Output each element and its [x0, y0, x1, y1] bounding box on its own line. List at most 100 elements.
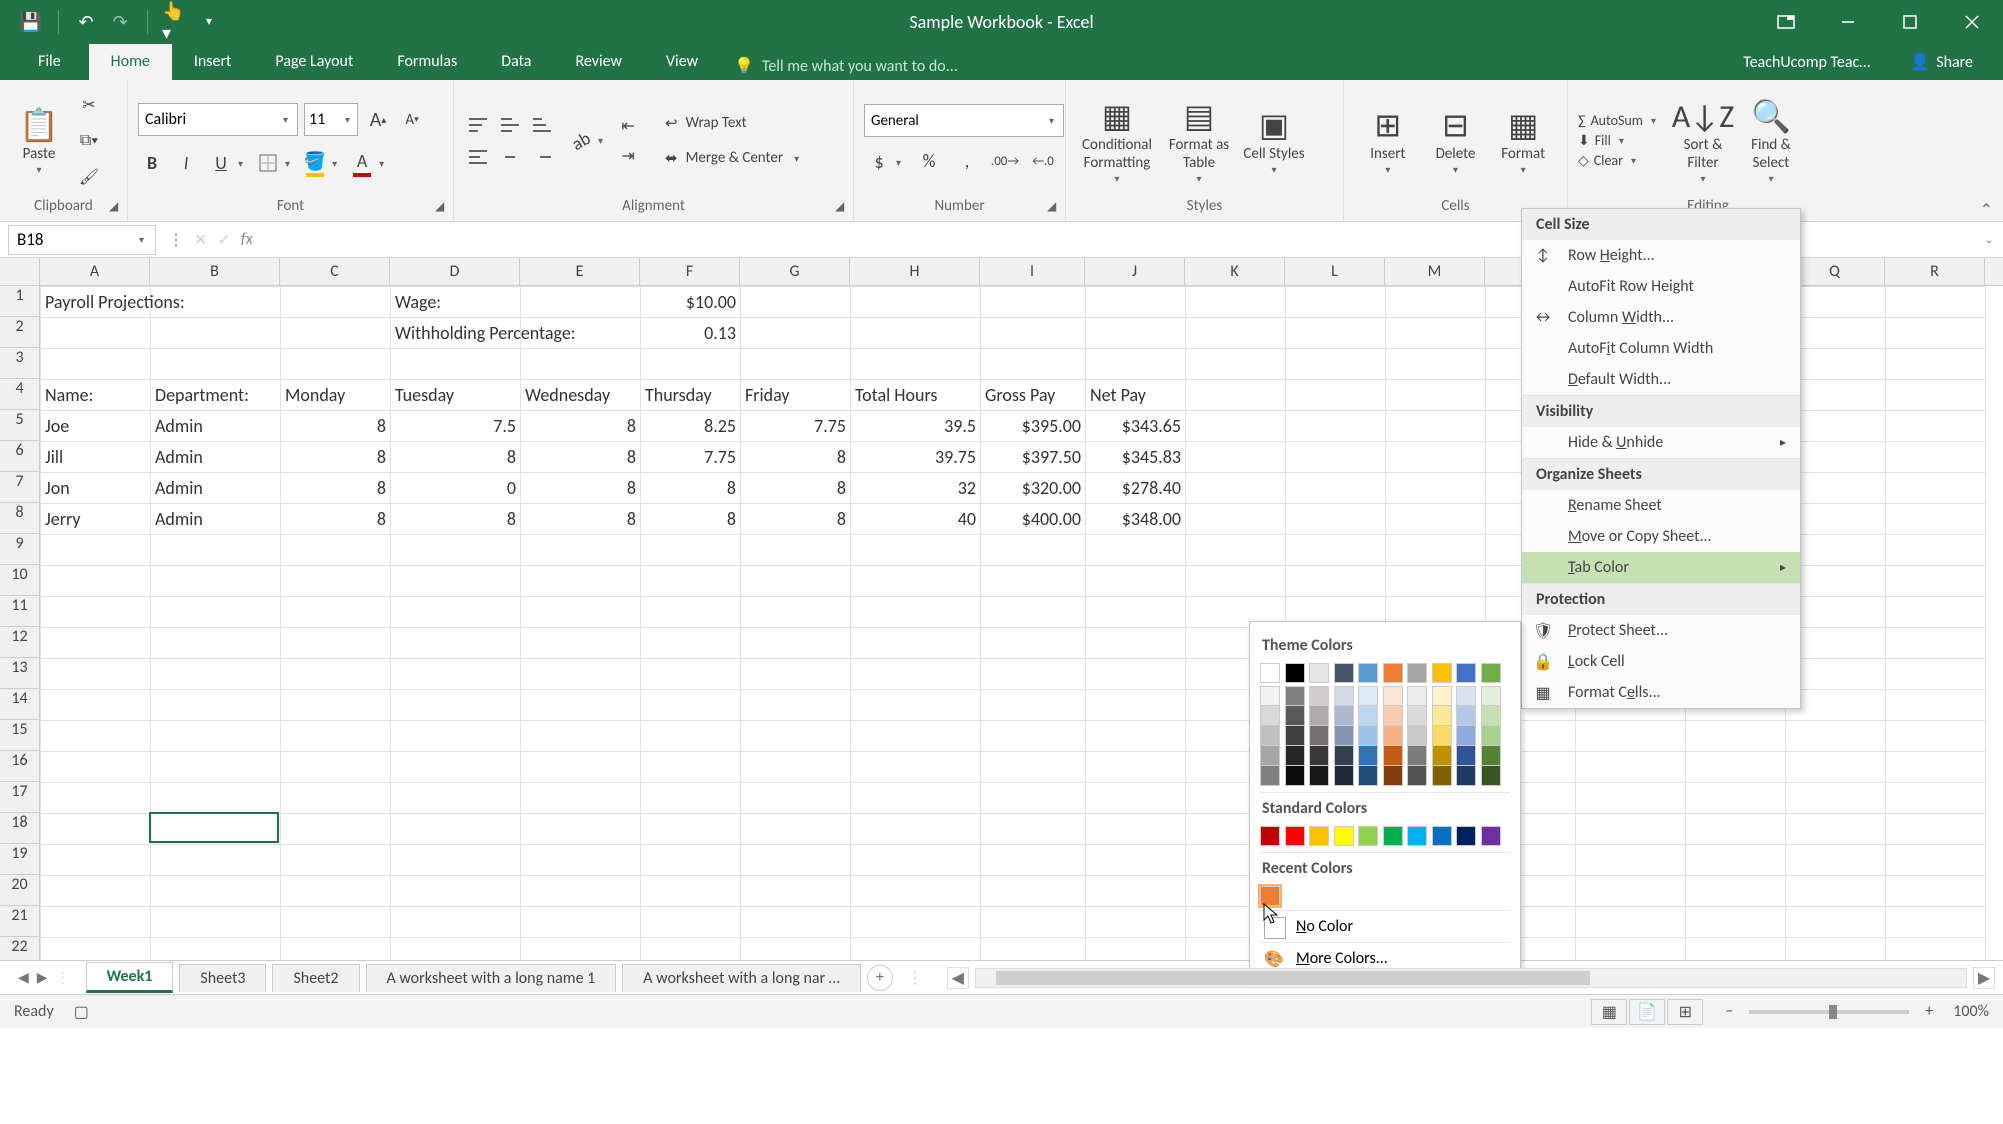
sheet-nav-next-icon[interactable]: ▶: [37, 969, 48, 986]
cell-B4[interactable]: Department:: [151, 380, 281, 411]
increase-indent-icon[interactable]: ⇥: [615, 143, 641, 169]
menu-row-height[interactable]: ↕Row Height...: [1522, 240, 1800, 271]
cell-B14[interactable]: [151, 690, 281, 721]
copy-icon[interactable]: ⧉▾: [76, 128, 102, 154]
cell-H11[interactable]: [851, 597, 981, 628]
cell-K7[interactable]: [1186, 473, 1286, 504]
color-swatch[interactable]: [1260, 726, 1280, 746]
cell-C15[interactable]: [281, 721, 391, 752]
sheet-tab-sheet2[interactable]: Sheet2: [272, 964, 359, 992]
color-swatch[interactable]: [1456, 726, 1476, 746]
align-middle-icon[interactable]: [496, 111, 524, 139]
paste-button[interactable]: 📋 Paste ▾: [10, 106, 68, 176]
cell-O20[interactable]: [1576, 876, 1686, 907]
cell-O21[interactable]: [1576, 907, 1686, 938]
cell-J13[interactable]: [1086, 659, 1186, 690]
cell-C7[interactable]: 8: [281, 473, 391, 504]
cell-B10[interactable]: [151, 566, 281, 597]
cell-H10[interactable]: [851, 566, 981, 597]
cell-P22[interactable]: [1686, 938, 1786, 961]
row-header-6[interactable]: 6: [0, 441, 40, 472]
cell-M8[interactable]: [1386, 504, 1486, 535]
cell-R5[interactable]: [1886, 411, 1986, 442]
cell-I4[interactable]: Gross Pay: [981, 380, 1086, 411]
color-swatch[interactable]: [1309, 663, 1329, 683]
cell-M1[interactable]: [1386, 287, 1486, 318]
format-painter-icon[interactable]: 🖌: [76, 164, 102, 190]
cell-A18[interactable]: [41, 814, 151, 845]
color-swatch[interactable]: [1334, 706, 1354, 726]
cell-C22[interactable]: [281, 938, 391, 961]
cell-C16[interactable]: [281, 752, 391, 783]
hscroll-right-icon[interactable]: ▶: [1973, 967, 1995, 989]
cell-L1[interactable]: [1286, 287, 1386, 318]
cell-F14[interactable]: [641, 690, 741, 721]
cell-H2[interactable]: [851, 318, 981, 349]
cell-I10[interactable]: [981, 566, 1086, 597]
row-header-3[interactable]: 3: [0, 348, 40, 379]
cell-B20[interactable]: [151, 876, 281, 907]
grow-font-icon[interactable]: A▴: [364, 106, 392, 134]
color-swatch[interactable]: [1456, 766, 1476, 786]
color-swatch[interactable]: [1285, 826, 1305, 846]
color-swatch[interactable]: [1407, 726, 1427, 746]
cell-G14[interactable]: [741, 690, 851, 721]
cell-D18[interactable]: [391, 814, 521, 845]
row-header-20[interactable]: 20: [0, 875, 40, 906]
cell-G5[interactable]: 7.75: [741, 411, 851, 442]
fill-button[interactable]: ⬇Fill▾: [1578, 132, 1659, 149]
menu-lock-cell[interactable]: 🔒Lock Cell: [1522, 646, 1800, 677]
cell-I18[interactable]: [981, 814, 1086, 845]
color-swatch[interactable]: [1407, 766, 1427, 786]
cell-D14[interactable]: [391, 690, 521, 721]
cell-H7[interactable]: 32: [851, 473, 981, 504]
color-swatch[interactable]: [1481, 766, 1501, 786]
cell-A9[interactable]: [41, 535, 151, 566]
cell-D12[interactable]: [391, 628, 521, 659]
cell-O22[interactable]: [1576, 938, 1686, 961]
cell-R7[interactable]: [1886, 473, 1986, 504]
no-color-item[interactable]: No Color: [1260, 910, 1510, 942]
shrink-font-icon[interactable]: A▾: [398, 106, 426, 134]
cell-B12[interactable]: [151, 628, 281, 659]
cell-A6[interactable]: Jill: [41, 442, 151, 473]
row-header-18[interactable]: 18: [0, 813, 40, 844]
cell-B5[interactable]: Admin: [151, 411, 281, 442]
cell-A7[interactable]: Jon: [41, 473, 151, 504]
cell-I2[interactable]: [981, 318, 1086, 349]
col-header-F[interactable]: F: [640, 258, 740, 285]
font-name-combo[interactable]: Calibri▾: [138, 103, 298, 136]
col-header-R[interactable]: R: [1885, 258, 1985, 285]
tab-view[interactable]: View: [644, 44, 720, 80]
cell-D17[interactable]: [391, 783, 521, 814]
col-header-L[interactable]: L: [1285, 258, 1385, 285]
cell-O17[interactable]: [1576, 783, 1686, 814]
decrease-decimal-icon[interactable]: ←.0: [1029, 147, 1057, 175]
align-top-icon[interactable]: [464, 111, 492, 139]
cell-I20[interactable]: [981, 876, 1086, 907]
cell-G15[interactable]: [741, 721, 851, 752]
cell-H5[interactable]: 39.5: [851, 411, 981, 442]
color-swatch[interactable]: [1285, 686, 1305, 706]
row-header-2[interactable]: 2: [0, 317, 40, 348]
cell-G3[interactable]: [741, 349, 851, 380]
cell-C21[interactable]: [281, 907, 391, 938]
cell-R19[interactable]: [1886, 845, 1986, 876]
cell-G8[interactable]: 8: [741, 504, 851, 535]
menu-tab-color[interactable]: Tab Color▸: [1522, 552, 1800, 583]
cell-B18[interactable]: [151, 814, 281, 845]
cell-F16[interactable]: [641, 752, 741, 783]
cell-L7[interactable]: [1286, 473, 1386, 504]
cell-P16[interactable]: [1686, 752, 1786, 783]
cell-G9[interactable]: [741, 535, 851, 566]
color-swatch[interactable]: [1481, 663, 1501, 683]
row-header-16[interactable]: 16: [0, 751, 40, 782]
percent-format-icon[interactable]: %: [915, 147, 943, 175]
cell-A2[interactable]: [41, 318, 151, 349]
cell-A15[interactable]: [41, 721, 151, 752]
cell-H16[interactable]: [851, 752, 981, 783]
cell-K3[interactable]: [1186, 349, 1286, 380]
font-launcher-icon[interactable]: ◢: [435, 199, 451, 215]
sort-filter-button[interactable]: A↓ZSort & Filter▾: [1669, 96, 1737, 185]
cell-O16[interactable]: [1576, 752, 1686, 783]
